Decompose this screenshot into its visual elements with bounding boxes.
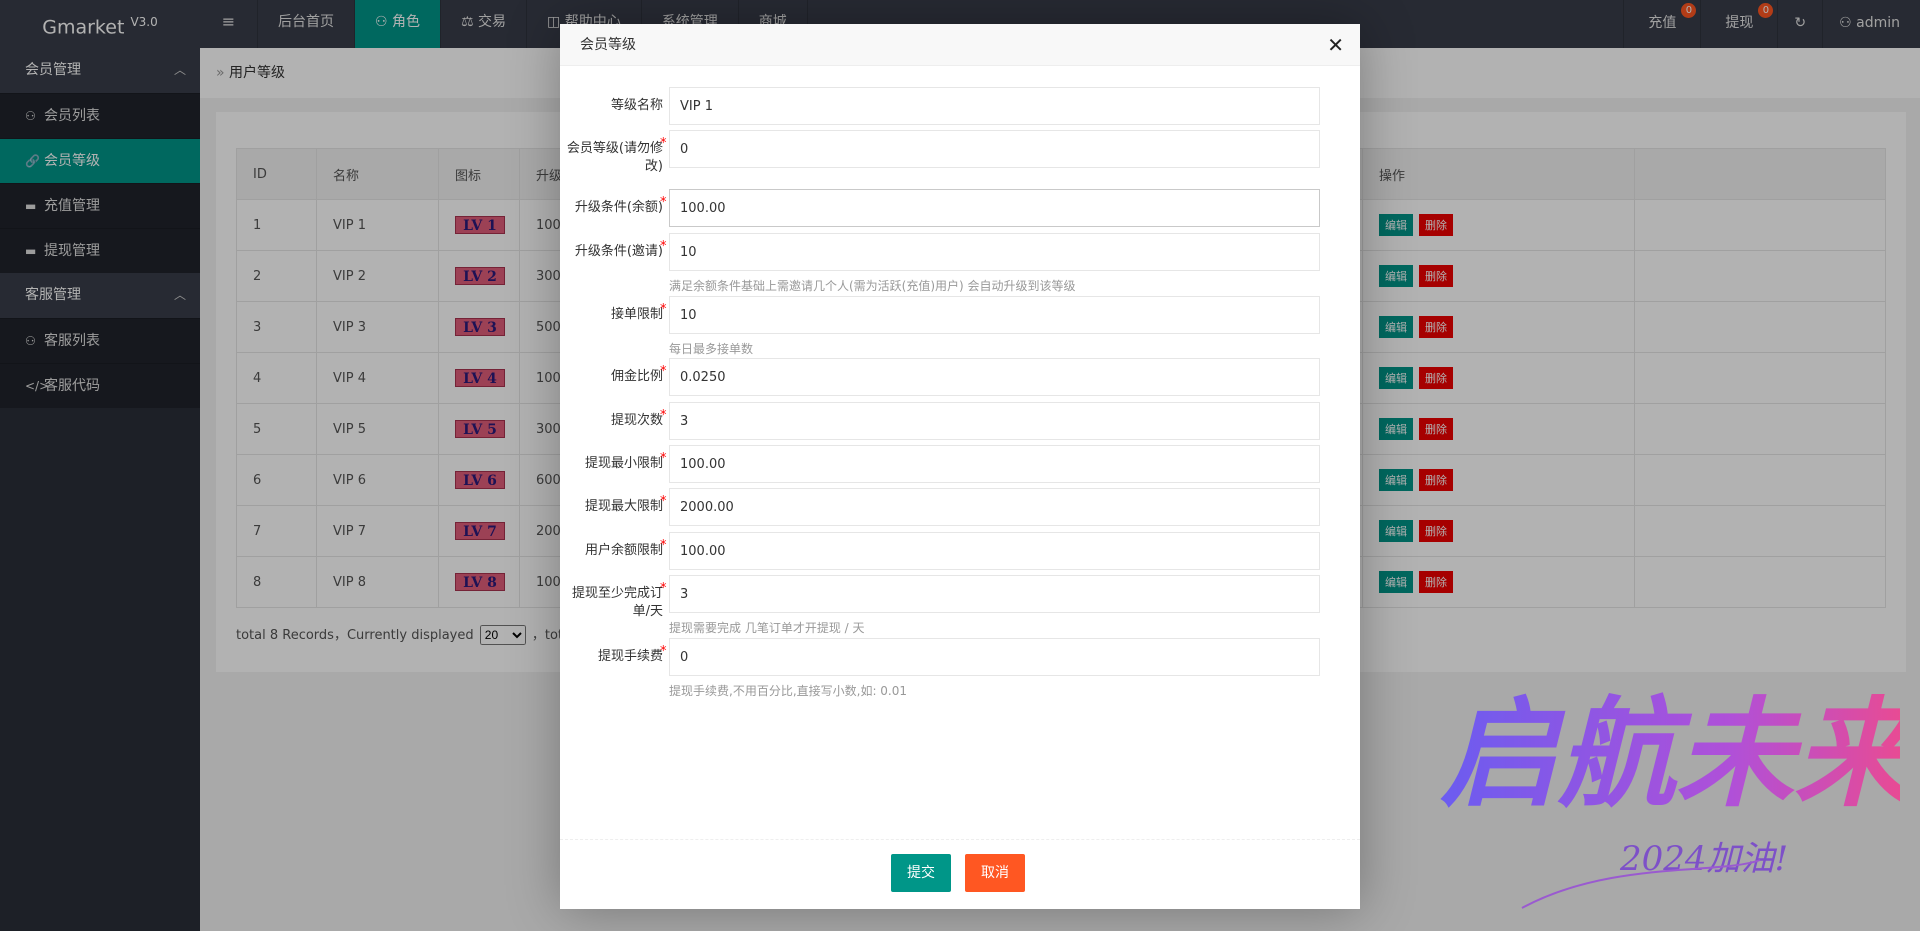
field-input[interactable]	[669, 575, 1320, 613]
field-label: 提现最小限制	[584, 456, 663, 471]
field-hint: 提现需要完成 几笔订单才开提现 / 天	[669, 621, 865, 635]
field-label: 提现手续费	[597, 649, 663, 664]
field-input[interactable]	[669, 638, 1320, 676]
field-input[interactable]	[669, 130, 1320, 168]
cancel-button[interactable]: 取消	[965, 854, 1025, 892]
field-label: 等级名称	[610, 98, 663, 113]
required-marker: *	[660, 302, 667, 317]
required-marker: *	[660, 408, 667, 423]
field-hint: 每日最多接单数	[669, 342, 754, 356]
required-marker: *	[660, 644, 667, 659]
required-marker: *	[660, 136, 667, 151]
modal-body: 等级名称会员等级(请勿修改)*升级条件(余额)*升级条件(邀请)*满足余额条件基…	[560, 67, 1360, 837]
field-input[interactable]	[669, 233, 1320, 271]
field-label: 提现次数	[610, 413, 663, 428]
field-input[interactable]	[669, 87, 1320, 125]
field-label: 会员等级(请勿修改)	[566, 141, 663, 174]
close-icon[interactable]: ✕	[1327, 24, 1344, 66]
field-label: 升级条件(邀请)	[574, 244, 663, 259]
required-marker: *	[660, 538, 667, 553]
required-marker: *	[660, 451, 667, 466]
required-marker: *	[660, 364, 667, 379]
field-label: 接单限制	[610, 307, 663, 322]
level-modal: 会员等级 ✕ 等级名称会员等级(请勿修改)*升级条件(余额)*升级条件(邀请)*…	[560, 24, 1360, 909]
modal-header: 会员等级 ✕	[560, 24, 1360, 66]
field-label: 佣金比例	[610, 369, 663, 384]
field-label: 提现至少完成订单/天	[571, 586, 663, 619]
required-marker: *	[660, 581, 667, 596]
field-label: 提现最大限制	[584, 499, 663, 514]
required-marker: *	[660, 195, 667, 210]
field-label: 升级条件(余额)	[574, 200, 663, 215]
required-marker: *	[660, 494, 667, 509]
field-input[interactable]	[669, 532, 1320, 570]
field-label: 用户余额限制	[584, 543, 663, 558]
field-input[interactable]	[669, 189, 1320, 227]
field-input[interactable]	[669, 296, 1320, 334]
required-marker: *	[660, 239, 667, 254]
watermark-main-text: 启航未来	[1440, 684, 1900, 823]
modal-footer: 提交 取消	[560, 839, 1360, 909]
field-hint: 提现手续费,不用百分比,直接写小数,如: 0.01	[669, 684, 908, 698]
field-input[interactable]	[669, 488, 1320, 526]
field-input[interactable]	[669, 402, 1320, 440]
field-input[interactable]	[669, 445, 1320, 483]
submit-button[interactable]: 提交	[891, 854, 951, 892]
field-hint: 满足余额条件基础上需邀请几个人(需为活跃(充值)用户) 会自动升级到该等级	[669, 279, 1076, 293]
field-input[interactable]	[669, 358, 1320, 396]
watermark-logo: 启航未来 2024加油!	[1440, 684, 1900, 909]
modal-title: 会员等级	[580, 37, 636, 53]
